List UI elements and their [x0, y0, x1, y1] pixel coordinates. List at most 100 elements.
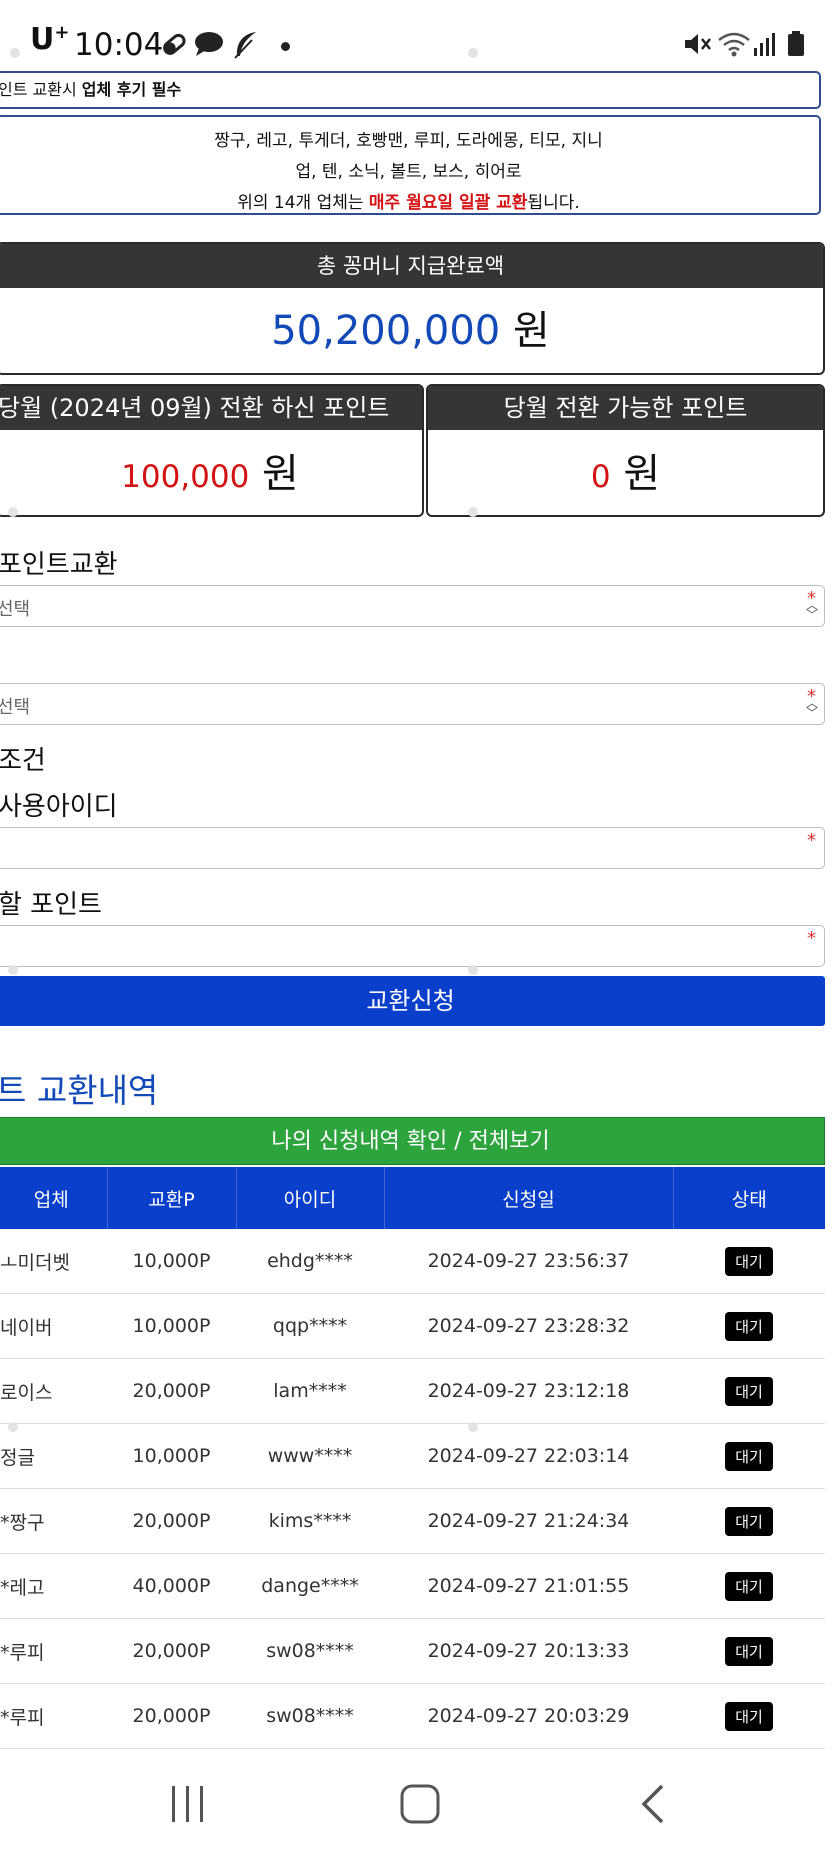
- cell-userid: www****: [236, 1423, 384, 1489]
- cell-points: 10,000P: [107, 1229, 236, 1294]
- points-label: 할 포인트: [0, 890, 102, 920]
- table-row: 네이버 10,000P qqp**** 2024-09-27 23:28:32 대기: [0, 1293, 825, 1359]
- cell-points: 10,000P: [107, 1423, 236, 1489]
- clock: 10:04: [74, 27, 164, 63]
- cell-date: 2024-09-27 20:13:33: [384, 1618, 673, 1684]
- status-badge: 대기: [725, 1571, 773, 1601]
- cell-points: 20,000P: [107, 1488, 236, 1554]
- cell-status: 대기: [673, 1683, 825, 1749]
- points-input[interactable]: *: [0, 925, 825, 967]
- history-table: 업체 교환P 아이디 신청일 상태 ㅗ미더벳 10,000P ehdg**** 202…: [0, 1167, 825, 1749]
- notice-bold-text: 업체 후기 필수: [81, 80, 182, 99]
- cell-status: 대기: [673, 1358, 825, 1424]
- cell-partner: 로이스: [0, 1358, 107, 1424]
- dot-decor: [8, 507, 18, 517]
- available-points-title: 당월 전환 가능한 포인트: [428, 386, 823, 430]
- cell-partner: *레고: [0, 1553, 107, 1619]
- cell-points: 20,000P: [107, 1618, 236, 1684]
- total-paid-title: 총 꽁머니 지급완료액: [0, 244, 823, 288]
- required-mark: *: [807, 830, 816, 851]
- status-badge: 대기: [725, 1701, 773, 1731]
- dot-decor: [468, 965, 478, 975]
- recent-apps-icon[interactable]: [168, 1782, 208, 1830]
- cell-status: 대기: [673, 1553, 825, 1619]
- status-badge: 대기: [725, 1311, 773, 1341]
- col-header-status: 상태: [673, 1167, 825, 1229]
- cell-date: 2024-09-27 21:01:55: [384, 1553, 673, 1619]
- cell-date: 2024-09-27 22:03:14: [384, 1423, 673, 1489]
- dot-decor: [468, 48, 478, 58]
- back-icon[interactable]: [636, 1782, 672, 1830]
- cell-partner: 네이버: [0, 1293, 107, 1359]
- partner-select[interactable]: 선택 * ︿ ﹀: [0, 585, 825, 627]
- dot-decor: [10, 48, 20, 58]
- table-row: *루피 20,000P sw08**** 2024-09-27 20:03:29 대기: [0, 1683, 825, 1749]
- battery-icon: [786, 30, 806, 65]
- month-converted-title: 당월 (2024년 09월) 전환 하신 포인트: [0, 386, 422, 430]
- available-points-box: 당월 전환 가능한 포인트 0 원: [426, 384, 825, 517]
- cell-userid: kims****: [236, 1488, 384, 1554]
- month-converted-box: 당월 (2024년 09월) 전환 하신 포인트 100,000 원: [0, 384, 424, 517]
- dot-decor: [8, 1422, 18, 1432]
- cell-date: 2024-09-27 21:24:34: [384, 1488, 673, 1554]
- pill-icon: [160, 30, 188, 65]
- home-icon[interactable]: [398, 1782, 442, 1830]
- cell-date: 2024-09-27 23:12:18: [384, 1358, 673, 1424]
- notice-review-required: 인트 교환시 업체 후기 필수: [0, 71, 821, 109]
- amount-select-placeholder: 선택: [0, 697, 31, 718]
- table-row: 로이스 20,000P lam**** 2024-09-27 23:12:18 대기: [0, 1358, 825, 1424]
- section-label-point-exchange: 포인트교환: [0, 550, 118, 580]
- condition-label: 조건: [0, 746, 46, 776]
- col-header-partner: 업체: [0, 1167, 108, 1229]
- total-paid-amount: 50,200,000 원: [271, 308, 550, 354]
- col-header-date: 신청일: [384, 1167, 674, 1229]
- cell-points: 10,000P: [107, 1293, 236, 1359]
- cell-partner: ㅗ미더벳: [0, 1229, 107, 1294]
- userid-input[interactable]: *: [0, 827, 825, 869]
- cell-userid: sw08****: [236, 1683, 384, 1749]
- status-badge: 대기: [725, 1376, 773, 1406]
- wifi-icon: [716, 30, 752, 65]
- signal-icon: [752, 30, 778, 65]
- amount-select[interactable]: 선택 * ︿ ﹀: [0, 683, 825, 725]
- table-row: *루피 20,000P sw08**** 2024-09-27 20:13:33 대기: [0, 1618, 825, 1684]
- notice-text: 인트 교환시: [0, 80, 82, 99]
- notice-weekly-line: 위의 14개 업체는 매주 월요일 일괄 교환됩니다.: [237, 193, 580, 213]
- cell-userid: dange****: [236, 1553, 384, 1619]
- cell-points: 20,000P: [107, 1683, 236, 1749]
- dot-decor: [468, 507, 478, 517]
- carrier-label: U+: [30, 22, 70, 57]
- cell-status: 대기: [673, 1229, 825, 1294]
- notice-partners-line1: 짱구, 레고, 투게더, 호빵맨, 루피, 도라에몽, 티모, 지니: [214, 131, 603, 151]
- required-mark: *: [807, 928, 816, 949]
- total-paid-box: 총 꽁머니 지급완료액 50,200,000 원: [0, 242, 825, 375]
- dot-decor: [468, 1422, 478, 1432]
- col-header-userid: 아이디: [236, 1167, 385, 1229]
- userid-label: 사용아이디: [0, 792, 118, 822]
- cell-date: 2024-09-27 23:28:32: [384, 1293, 673, 1359]
- exchange-submit-button[interactable]: 교환신청: [0, 976, 825, 1026]
- feather-icon: [232, 30, 260, 67]
- view-all-history-button[interactable]: 나의 신청내역 확인 / 전체보기: [0, 1117, 825, 1165]
- cell-points: 40,000P: [107, 1553, 236, 1619]
- mute-icon: [682, 30, 712, 65]
- history-header-row: 업체 교환P 아이디 신청일 상태: [0, 1167, 825, 1229]
- dot-decor: [8, 965, 18, 975]
- notice-partners-line2: 업, 텐, 소닉, 볼트, 보스, 히어로: [295, 162, 522, 182]
- col-header-points: 교환P: [107, 1167, 237, 1229]
- cell-date: 2024-09-27 20:03:29: [384, 1683, 673, 1749]
- cell-points: 20,000P: [107, 1358, 236, 1424]
- history-title: 트 교환내역: [0, 1071, 159, 1110]
- cell-partner: *루피: [0, 1618, 107, 1684]
- cell-userid: qqp****: [236, 1293, 384, 1359]
- status-badge: 대기: [725, 1506, 773, 1536]
- chevron-updown-icon: ︿ ﹀: [805, 696, 818, 720]
- month-converted-amount: 100,000 원: [121, 451, 299, 497]
- status-badge: 대기: [725, 1441, 773, 1471]
- table-row: *레고 40,000P dange**** 2024-09-27 21:01:55 대기: [0, 1553, 825, 1619]
- cell-date: 2024-09-27 23:56:37: [384, 1229, 673, 1294]
- chevron-updown-icon: ︿ ﹀: [805, 598, 818, 622]
- available-points-amount: 0 원: [590, 451, 661, 497]
- notice-weekly-exchange: 짱구, 레고, 투게더, 호빵맨, 루피, 도라에몽, 티모, 지니 업, 텐,…: [0, 115, 821, 215]
- cell-status: 대기: [673, 1423, 825, 1489]
